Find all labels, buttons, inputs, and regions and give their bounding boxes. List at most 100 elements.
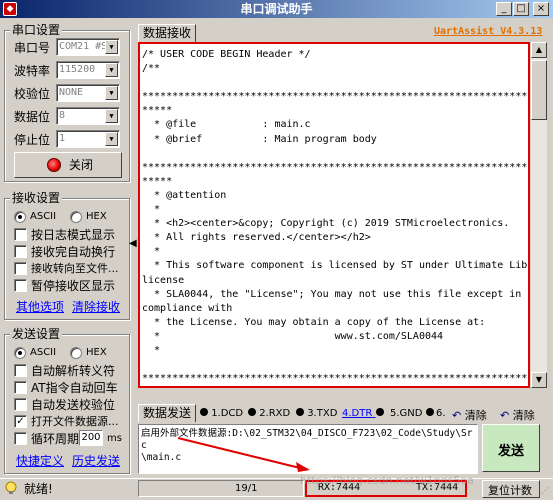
signal-6: 6. (436, 408, 446, 419)
rx-hex-radio[interactable] (70, 211, 82, 223)
tab-data-send[interactable]: 数据发送 (138, 404, 197, 422)
chevron-down-icon[interactable]: ▼ (105, 86, 118, 100)
baud-select[interactable]: 115200 ▼ (56, 61, 120, 79)
clear-all-label: 清除 (512, 409, 535, 422)
rx-text-area[interactable]: /* USER CODE BEGIN Header */ /** *******… (138, 42, 530, 388)
clear-tx-label: 清除 (464, 409, 487, 422)
auto-checksum-label: 自动发送校验位 (31, 398, 116, 412)
databits-label: 数据位 (14, 110, 51, 124)
annotation-arrow (177, 437, 310, 472)
reset-count-button[interactable]: 复位计数 (482, 480, 540, 498)
scroll-up-icon[interactable]: ▲ (531, 42, 547, 58)
clear-icon: ↶ (452, 409, 462, 422)
send-label: 发送 (498, 444, 525, 459)
at-auto-cr-label: AT指令自动回车 (31, 381, 118, 395)
shortcut-define-link[interactable]: 快捷定义 (16, 454, 64, 468)
send-button[interactable]: 发送 (482, 424, 540, 472)
signal-txd-label: 3.TXD (307, 408, 338, 419)
stopbits-label: 停止位 (14, 133, 51, 147)
tab-data-receive[interactable]: 数据接收 (138, 24, 197, 42)
gnd-led-icon (425, 408, 434, 416)
signal-txd: 3.TXD (296, 408, 337, 420)
collapse-panel-icon[interactable]: ◀ (129, 238, 137, 249)
signal-dcd: 1.DCD (200, 408, 243, 420)
cycle-unit: ms (107, 433, 122, 444)
parity-label: 校验位 (14, 87, 51, 101)
status-led-icon (47, 158, 61, 172)
auto-newline-checkbox[interactable] (14, 245, 27, 258)
pause-rx-checkbox[interactable] (14, 279, 27, 292)
rx-to-file-label: 接收转向至文件... (31, 262, 119, 275)
signal-dtr-label: 4.DTR (342, 408, 373, 419)
chevron-down-icon[interactable]: ▼ (105, 63, 118, 77)
port-select[interactable]: COM21 #S1 ▼ (56, 38, 120, 56)
log-mode-label: 按日志模式显示 (31, 228, 116, 242)
rx-settings-title: 接收设置 (10, 191, 63, 205)
rxd-led-icon (248, 408, 256, 416)
cycle-send-checkbox[interactable] (14, 432, 27, 445)
brand-version: UartAssist V4.3.13 (434, 26, 543, 37)
signal-gnd: 5.GND (390, 408, 434, 420)
rx-hex-label: HEX (86, 211, 107, 222)
chevron-down-icon[interactable]: ▼ (105, 40, 118, 54)
reset-count-label: 复位计数 (488, 484, 532, 497)
more-options-link[interactable]: 其他选项 (16, 300, 64, 314)
auto-newline-label: 接收完自动换行 (31, 245, 116, 259)
rx-ascii-radio[interactable] (14, 211, 26, 223)
rx-scrollbar[interactable]: ▲ ▼ (531, 42, 547, 388)
progress-field: 19/1 (138, 480, 304, 497)
at-auto-cr-checkbox[interactable] (14, 381, 27, 394)
cycle-period-input[interactable]: 200 (79, 430, 103, 446)
dcd-led-icon (200, 408, 208, 416)
chevron-down-icon[interactable]: ▼ (105, 109, 118, 123)
signal-gnd-label: 5.GND (390, 408, 423, 419)
stopbits-value: 1 (59, 133, 66, 144)
maximize-icon[interactable]: □ (513, 2, 529, 16)
resize-grip-icon[interactable]: ⋰ (541, 486, 551, 496)
tx-settings-title: 发送设置 (10, 327, 63, 341)
tx-ascii-radio[interactable] (14, 347, 26, 359)
close-icon[interactable]: × (533, 2, 549, 16)
clear-rx-link[interactable]: 清除接收 (72, 300, 120, 314)
open-close-label: 关闭 (69, 158, 94, 172)
open-file-source-checkbox[interactable]: ✓ (14, 415, 27, 428)
cycle-label: 循环周期 (31, 432, 80, 446)
serial-settings-title: 串口设置 (10, 23, 63, 37)
clear2-icon: ↶ (500, 409, 510, 422)
rx-to-file-checkbox[interactable] (14, 262, 27, 275)
scroll-down-icon[interactable]: ▼ (531, 372, 547, 388)
parity-select[interactable]: NONE ▼ (56, 84, 120, 102)
pause-rx-label: 暂停接收区显示 (31, 279, 116, 293)
clear-tx-button[interactable]: ↶ 清除 (452, 407, 487, 423)
chevron-down-icon[interactable]: ▼ (105, 132, 118, 146)
escape-parse-checkbox[interactable] (14, 364, 27, 377)
rx-ascii-label: ASCII (30, 211, 57, 222)
stopbits-select[interactable]: 1 ▼ (56, 130, 120, 148)
open-close-button[interactable]: 关闭 (14, 152, 122, 178)
txd-led-icon (296, 408, 304, 416)
databits-select[interactable]: 8 ▼ (56, 107, 120, 125)
baud-label: 波特率 (14, 64, 51, 78)
send-history-link[interactable]: 历史发送 (72, 454, 120, 468)
clear-all-button[interactable]: ↶ 清除 (500, 407, 535, 423)
title-bar: ◆ 串口调试助手 _ □ × (0, 0, 553, 18)
signal-rxd-label: 2.RXD (259, 408, 291, 419)
minimize-icon[interactable]: _ (496, 2, 512, 16)
watermark: https://blog.csdn.net/w1ngs5oa (300, 474, 474, 487)
tx-hex-radio[interactable] (70, 347, 82, 359)
parity-value: NONE (59, 87, 84, 98)
auto-checksum-checkbox[interactable] (14, 398, 27, 411)
dtr-led-icon (375, 408, 384, 416)
port-label: 串口号 (14, 41, 51, 55)
scroll-thumb[interactable] (531, 60, 547, 120)
tx-hex-label: HEX (86, 347, 107, 358)
baud-value: 115200 (59, 64, 96, 75)
signal-dtr[interactable]: 4.DTR (342, 408, 384, 420)
status-text: 就绪! (24, 482, 53, 496)
log-mode-checkbox[interactable] (14, 228, 27, 241)
window-title: 串口调试助手 (240, 2, 313, 16)
signal-dcd-label: 1.DCD (211, 408, 244, 419)
escape-parse-label: 自动解析转义符 (31, 364, 116, 378)
status-bulb-icon (4, 481, 18, 495)
progress-text: 19/1 (235, 483, 258, 494)
